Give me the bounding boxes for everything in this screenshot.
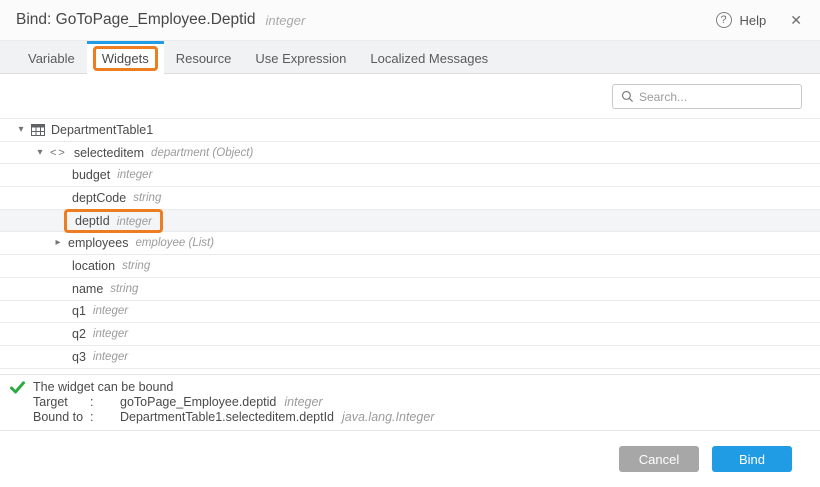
header-actions: ? Help ✕ (716, 12, 802, 29)
status-target-value: goToPage_Employee.deptid (120, 395, 276, 410)
tree-node-type: string (110, 283, 138, 295)
search-icon (621, 90, 634, 103)
tree-node-budget[interactable]: budget integer (0, 164, 820, 187)
tree-node-type: integer (93, 305, 128, 317)
tree-node-label: name (72, 282, 103, 296)
search-input[interactable] (639, 90, 795, 104)
tab-widgets-highlight: Widgets (93, 46, 158, 71)
object-icon: <> (50, 147, 67, 159)
tab-resource[interactable]: Resource (164, 41, 244, 73)
tab-widgets[interactable]: Widgets (87, 41, 164, 74)
tree-node-type: integer (93, 328, 128, 340)
tree-node-type: integer (93, 351, 128, 363)
tree-node-type: string (122, 260, 150, 272)
table-icon (31, 124, 45, 136)
bind-dialog: Bind: GoToPage_Employee.Deptid integer ?… (0, 0, 820, 487)
tree-node-label: budget (72, 168, 110, 182)
cancel-button[interactable]: Cancel (619, 446, 699, 472)
help-button[interactable]: Help (740, 13, 767, 28)
tree-node-type: department (Object) (151, 147, 253, 159)
caret-down-icon[interactable]: ▾ (16, 125, 26, 135)
search-box[interactable] (612, 84, 802, 109)
caret-right-icon[interactable]: ▸ (53, 238, 63, 248)
help-icon[interactable]: ? (716, 12, 732, 28)
tree-node-deptcode[interactable]: deptCode string (0, 187, 820, 210)
check-icon (10, 381, 25, 394)
status-separator: : (90, 395, 120, 410)
deptid-highlight: deptId integer (64, 209, 163, 233)
tree-node-label: q2 (72, 327, 86, 341)
widget-tree: ▾ DepartmentTable1 ▾ <> selecteditem dep (0, 118, 820, 374)
status-separator: : (90, 410, 120, 425)
dialog-header: Bind: GoToPage_Employee.Deptid integer ?… (0, 0, 820, 41)
tree-node-selecteditem[interactable]: ▾ <> selecteditem department (Object) (0, 142, 820, 165)
status-target-type: integer (284, 395, 322, 410)
tree-node-type: employee (List) (135, 237, 214, 249)
status-boundto-row: Bound to : DepartmentTable1.selecteditem… (33, 410, 820, 425)
tree-node-type: integer (117, 216, 152, 228)
status-target-row: Target : goToPage_Employee.deptid intege… (33, 395, 820, 410)
tree-node-q2[interactable]: q2 integer (0, 323, 820, 346)
bind-status-panel: The widget can be bound Target : goToPag… (0, 374, 820, 430)
tree-node-label: deptCode (72, 191, 126, 205)
tab-variable-label: Variable (28, 51, 75, 66)
tab-widgets-label: Widgets (102, 51, 149, 66)
tree-node-employees[interactable]: ▸ employees employee (List) (0, 232, 820, 255)
status-message: The widget can be bound (33, 380, 820, 395)
status-target-label: Target (33, 395, 90, 410)
caret-down-icon[interactable]: ▾ (35, 148, 45, 158)
dialog-content: ▾ DepartmentTable1 ▾ <> selecteditem dep (0, 74, 820, 430)
tree-node-type: string (133, 192, 161, 204)
tree-node-label: DepartmentTable1 (51, 123, 153, 137)
tree-node-q3[interactable]: q3 integer (0, 346, 820, 369)
tree-node-name[interactable]: name string (0, 278, 820, 301)
dialog-footer: Cancel Bind (0, 430, 820, 487)
dialog-title-type: integer (266, 13, 306, 28)
dialog-title: Bind: GoToPage_Employee.Deptid (16, 11, 256, 29)
tree-node-label: deptId (75, 214, 110, 228)
tree-node-label: q3 (72, 350, 86, 364)
status-boundto-label: Bound to (33, 410, 90, 425)
tree-node-departmenttable1[interactable]: ▾ DepartmentTable1 (0, 119, 820, 142)
status-boundto-value: DepartmentTable1.selecteditem.deptId (120, 410, 334, 425)
tree-node-label: selecteditem (74, 146, 144, 160)
tab-bar: Variable Widgets Resource Use Expression… (0, 41, 820, 74)
tree-node-type: integer (117, 169, 152, 181)
tab-use-expression[interactable]: Use Expression (243, 41, 358, 73)
status-boundto-type: java.lang.Integer (342, 410, 434, 425)
close-icon[interactable]: ✕ (790, 12, 802, 29)
tree-node-q1[interactable]: q1 integer (0, 301, 820, 324)
tab-use-expression-label: Use Expression (255, 51, 346, 66)
bind-button[interactable]: Bind (712, 446, 792, 472)
tab-localized-messages-label: Localized Messages (370, 51, 488, 66)
tree-node-location[interactable]: location string (0, 255, 820, 278)
tree-node-deptid[interactable]: deptId integer (0, 210, 820, 233)
tree-node-label: employees (68, 236, 128, 250)
tab-variable[interactable]: Variable (16, 41, 87, 73)
tab-resource-label: Resource (176, 51, 232, 66)
tab-localized-messages[interactable]: Localized Messages (358, 41, 500, 73)
tree-node-label: q1 (72, 304, 86, 318)
tree-node-label: location (72, 259, 115, 273)
